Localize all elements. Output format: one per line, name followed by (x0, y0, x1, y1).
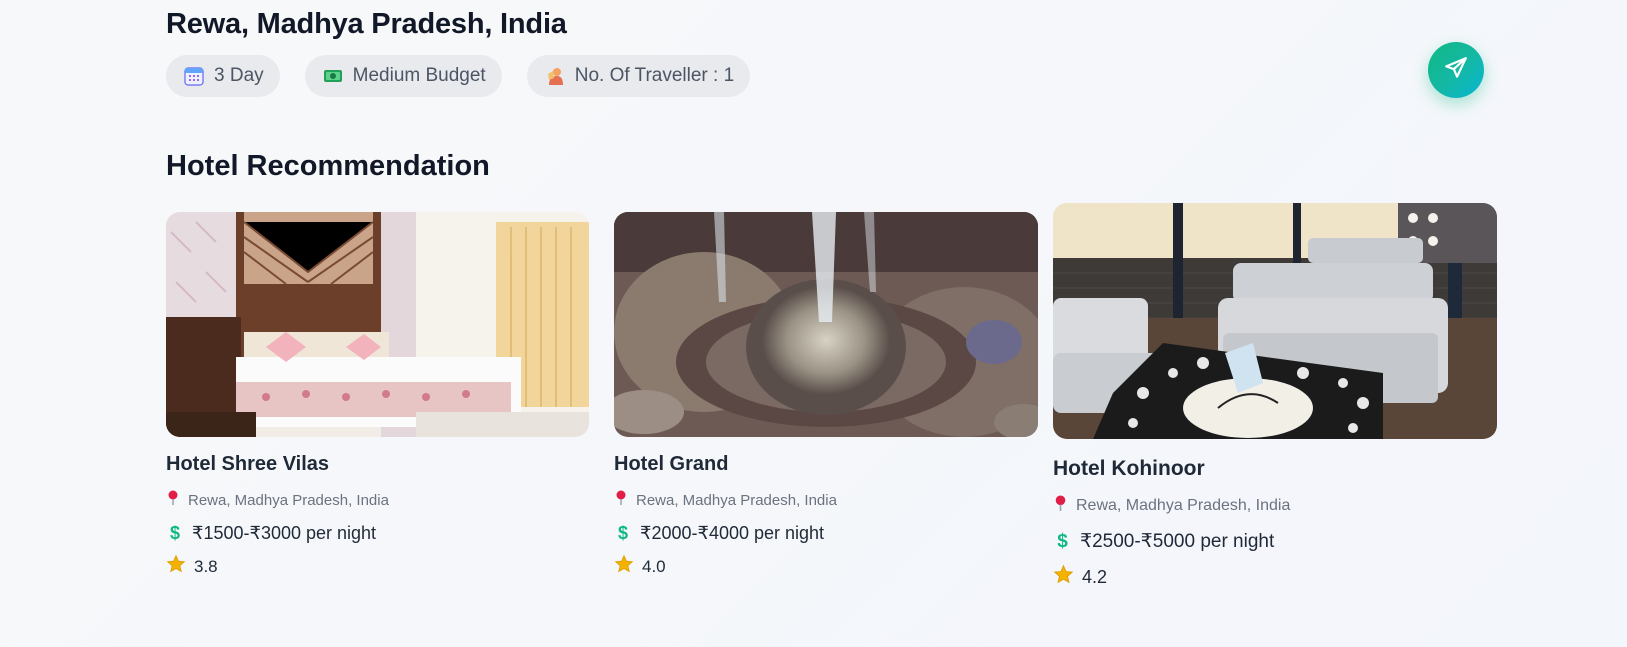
hotel-card[interactable]: Hotel Grand Rewa, Madhya Pradesh, India … (614, 212, 1038, 579)
calendar-icon (184, 66, 204, 86)
hotel-location: Rewa, Madhya Pradesh, India (636, 492, 837, 509)
traveler-icon (545, 66, 565, 86)
hotel-image[interactable] (614, 212, 1038, 437)
hotel-rating: 3.8 (194, 556, 218, 576)
hotel-location: Rewa, Madhya Pradesh, India (1076, 497, 1291, 514)
trip-title: Rewa, Madhya Pradesh, India (166, 8, 567, 40)
hotel-name[interactable]: Hotel Kohinoor (1053, 457, 1497, 481)
hotel-rating-row: 4.0 (614, 554, 1038, 579)
pin-icon (1053, 495, 1068, 517)
hotel-location: Rewa, Madhya Pradesh, India (188, 492, 389, 509)
hotel-location-row: Rewa, Madhya Pradesh, India (614, 490, 1038, 511)
trip-info-chips: 3 Day Medium Budget No. Of Traveller : 1 (166, 55, 751, 97)
hotel-rating-row: 4.2 (1053, 564, 1497, 590)
hotel-rating: 4.0 (642, 556, 666, 576)
hotel-rating-row: 3.8 (166, 554, 589, 579)
hotel-price: ₹1500-₹3000 per night (192, 523, 377, 543)
dollar-icon: $ (169, 523, 180, 543)
hotel-price: ₹2500-₹5000 per night (1080, 531, 1275, 552)
hotel-price: ₹2000-₹4000 per night (640, 523, 825, 543)
travelers-chip: No. Of Traveller : 1 (526, 55, 751, 97)
money-icon (323, 66, 343, 86)
hotel-location-row: Rewa, Madhya Pradesh, India (1053, 495, 1497, 517)
hotel-name[interactable]: Hotel Shree Vilas (166, 453, 589, 476)
pin-icon (166, 490, 180, 511)
hotel-name[interactable]: Hotel Grand (614, 453, 1038, 476)
section-title: Hotel Recommendation (166, 150, 490, 182)
duration-chip: 3 Day (166, 55, 280, 97)
hotel-location-row: Rewa, Madhya Pradesh, India (166, 490, 589, 511)
dollar-icon: $ (617, 523, 628, 543)
budget-chip: Medium Budget (304, 55, 502, 97)
hotel-price-row: $ ₹2000-₹4000 per night (614, 523, 1038, 544)
hotel-price-row: $ ₹1500-₹3000 per night (166, 523, 589, 544)
budget-label: Medium Budget (352, 65, 486, 86)
hotel-card[interactable]: Hotel Kohinoor Rewa, Madhya Pradesh, Ind… (1053, 203, 1497, 590)
share-button[interactable] (1428, 42, 1484, 98)
duration-label: 3 Day (214, 65, 264, 86)
star-icon (1053, 564, 1074, 590)
dollar-icon: $ (1057, 530, 1068, 552)
star-icon (614, 554, 634, 579)
send-icon (1443, 55, 1469, 86)
star-icon (166, 554, 186, 579)
hotel-rating: 4.2 (1082, 566, 1108, 587)
hotel-image[interactable] (166, 212, 589, 437)
hotel-card[interactable]: Hotel Shree Vilas Rewa, Madhya Pradesh, … (166, 212, 589, 579)
travelers-label: No. Of Traveller : 1 (574, 65, 735, 86)
hotel-price-row: $ ₹2500-₹5000 per night (1053, 530, 1497, 553)
trip-page: Rewa, Madhya Pradesh, India 3 Day Medium… (0, 0, 1627, 647)
hotel-image[interactable] (1053, 203, 1497, 439)
pin-icon (614, 490, 628, 511)
